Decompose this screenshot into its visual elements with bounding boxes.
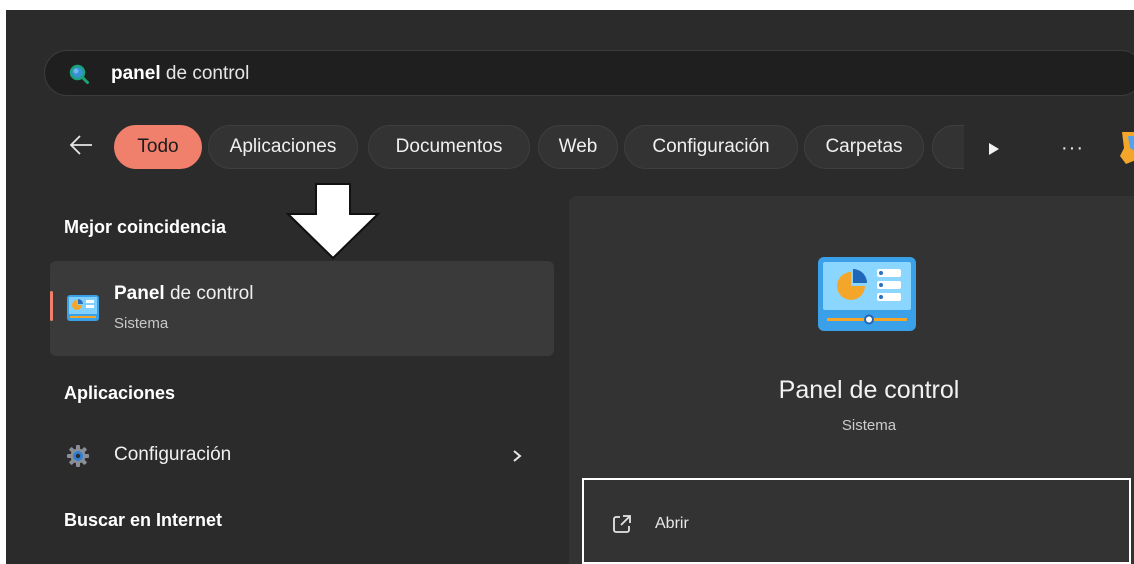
- play-icon[interactable]: [988, 142, 1000, 156]
- filter-chip-label: Aplicaciones: [229, 136, 337, 157]
- search-query-bold: panel: [111, 63, 161, 84]
- filter-chip-web[interactable]: Web: [538, 125, 618, 169]
- filter-chip-label: Configuración: [652, 136, 770, 157]
- best-match-title-bold: Panel: [114, 283, 165, 304]
- search-input[interactable]: panel de control: [111, 63, 249, 85]
- search-query-rest: de control: [160, 63, 250, 84]
- search-icon: [69, 64, 89, 84]
- apps-heading: Aplicaciones: [64, 383, 176, 403]
- open-action[interactable]: Abrir: [582, 478, 1131, 564]
- best-match-title: Panel de control: [114, 283, 253, 305]
- best-match-subtitle: Sistema: [114, 315, 169, 332]
- detail-title: Panel de control: [778, 376, 960, 404]
- filter-chip-aplicaciones[interactable]: Aplicaciones: [208, 125, 358, 169]
- best-match-heading: Mejor coincidencia: [64, 217, 227, 237]
- open-external-icon: [613, 515, 631, 533]
- filter-chip-overflow[interactable]: [932, 125, 964, 169]
- filter-chip-label: Web: [558, 136, 598, 157]
- chevron-right-icon[interactable]: [512, 449, 522, 463]
- filter-chip-carpetas[interactable]: Carpetas: [804, 125, 924, 169]
- filter-chip-label: Documentos: [395, 136, 503, 157]
- detail-subtitle: Sistema: [841, 417, 897, 434]
- down-arrow-annotation-icon: [286, 183, 380, 260]
- open-action-label: Abrir: [655, 515, 689, 532]
- filter-chip-label: Carpetas: [825, 136, 903, 157]
- app-result-configuracion[interactable]: Configuración: [50, 435, 554, 477]
- detail-pane: Panel de control Sistema Abrir: [569, 196, 1134, 564]
- web-search-heading: Buscar en Internet: [64, 510, 223, 530]
- more-options-icon[interactable]: ···: [1061, 137, 1084, 160]
- selection-indicator: [50, 291, 53, 321]
- best-match-title-rest: de control: [164, 283, 254, 304]
- app-result-label: Configuración: [114, 444, 232, 465]
- control-panel-icon: [67, 295, 99, 321]
- filter-chip-configuracion[interactable]: Configuración: [624, 125, 798, 169]
- copilot-icon[interactable]: [1116, 130, 1134, 166]
- filter-chip-documentos[interactable]: Documentos: [368, 125, 530, 169]
- back-arrow-icon[interactable]: [68, 134, 94, 156]
- search-window: panel de control Todo Aplicaciones Docum…: [6, 10, 1134, 564]
- filter-chip-label: Todo: [137, 136, 179, 157]
- search-box[interactable]: panel de control: [44, 50, 1134, 96]
- control-panel-large-icon: [818, 257, 916, 331]
- gear-icon: [67, 445, 89, 467]
- best-match-result[interactable]: Panel de control Sistema: [50, 261, 554, 356]
- filter-chip-todo[interactable]: Todo: [114, 125, 202, 169]
